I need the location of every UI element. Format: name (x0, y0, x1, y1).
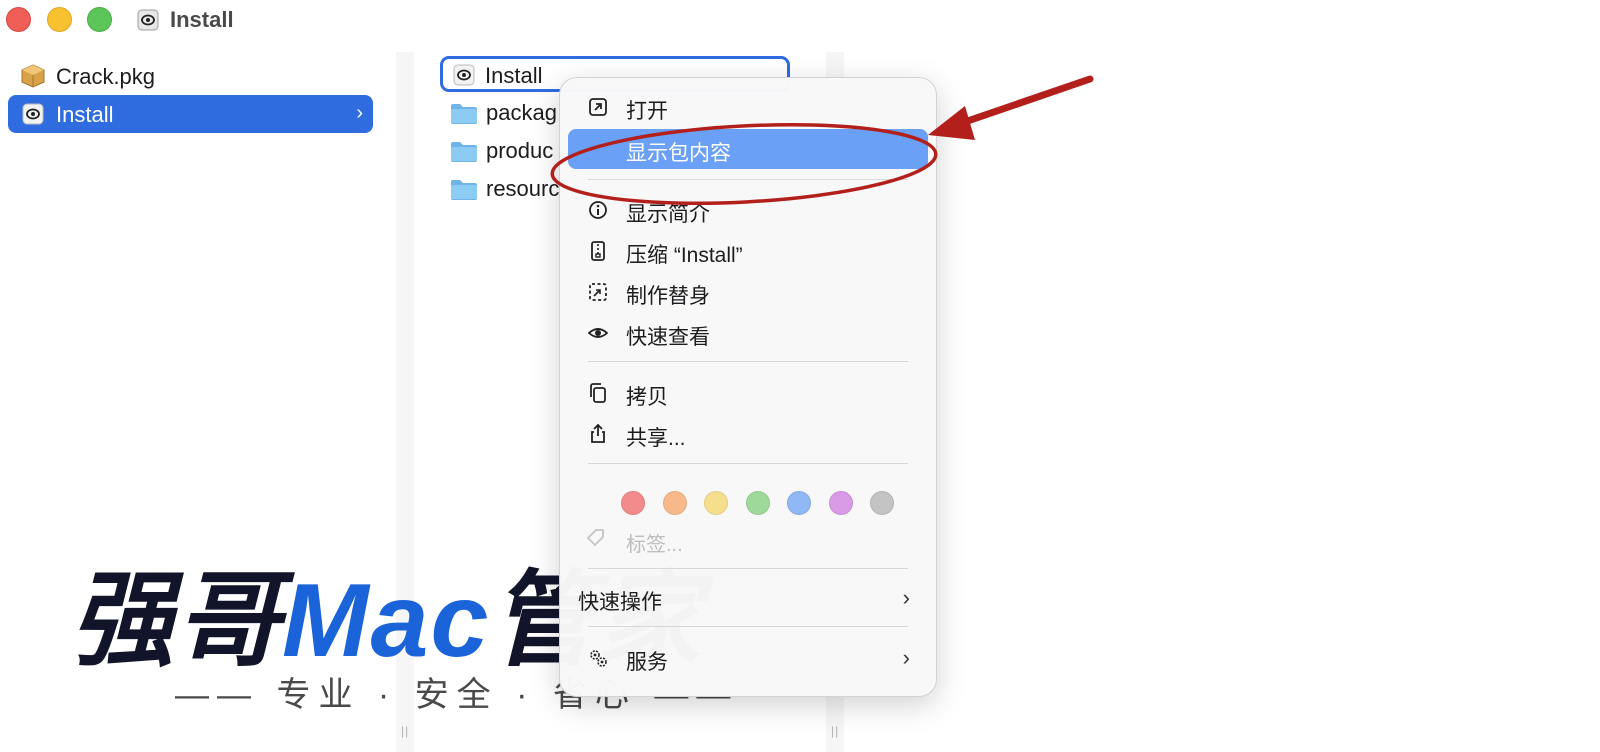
list-item-label: Install (56, 102, 114, 127)
archive-icon (591, 241, 605, 261)
tag-green-dot[interactable] (746, 491, 770, 515)
watermark-part: 强哥 (70, 563, 283, 679)
menu-item-quick-actions[interactable]: 快速操作 › (568, 578, 928, 618)
menu-separator (588, 626, 908, 627)
close-button[interactable] (6, 7, 31, 32)
chevron-right-icon: › (356, 102, 363, 124)
eye-icon (588, 328, 608, 338)
folder-icon (451, 180, 477, 200)
menu-item-label: 服务 (626, 651, 668, 674)
resize-grip-icon[interactable]: || (831, 724, 839, 738)
open-arrow-icon (589, 98, 607, 116)
list-item-label: Install (485, 63, 543, 88)
menu-item-share[interactable]: 共享... (568, 414, 928, 454)
list-item-label: produc (486, 138, 554, 163)
window-title: Install (170, 7, 234, 32)
menu-separator (588, 179, 908, 180)
tag-blue-dot[interactable] (787, 491, 811, 515)
folder-icon (451, 104, 477, 124)
list-item-crack-pkg[interactable]: Crack.pkg (8, 57, 373, 95)
menu-item-services[interactable]: 服务 › (568, 638, 928, 678)
info-icon (589, 201, 607, 219)
menu-separator (588, 361, 908, 362)
menu-separator (588, 568, 908, 569)
menu-item-get-info[interactable]: 显示简介 (568, 190, 928, 230)
menu-item-label: 快速查看 (626, 326, 710, 349)
alias-icon (589, 283, 607, 301)
menu-item-compress[interactable]: 压缩 “Install” (568, 231, 928, 271)
menu-item-label: 共享... (626, 427, 686, 450)
menu-item-make-alias[interactable]: 制作替身 (568, 272, 928, 312)
menu-item-label: 打开 (626, 100, 668, 123)
finder-window: Install Crack.pkg Install › || Install p… (0, 0, 1600, 752)
menu-item-label: 压缩 “Install” (626, 244, 743, 267)
list-item-label: resourc (486, 176, 560, 201)
minimize-button[interactable] (47, 7, 72, 32)
menu-item-quick-look[interactable]: 快速查看 (568, 313, 928, 353)
menu-separator (588, 463, 908, 464)
share-icon (591, 424, 605, 443)
menu-item-label: 显示包内容 (626, 142, 731, 165)
menu-item-show-package-contents[interactable]: 显示包内容 (568, 129, 928, 169)
chevron-right-icon: › (902, 645, 910, 670)
watermark-part: Mac (282, 563, 491, 679)
list-item-label: Crack.pkg (56, 64, 156, 89)
package-icon (21, 64, 45, 88)
menu-item-label: 快速操作 (578, 591, 662, 614)
tag-red-dot[interactable] (621, 491, 645, 515)
folder-icon (451, 142, 477, 162)
tag-purple-dot[interactable] (829, 491, 853, 515)
menu-item-label: 显示简介 (626, 203, 710, 226)
app-icon (137, 9, 159, 31)
menu-item-label: 制作替身 (626, 285, 710, 308)
app-icon (22, 103, 44, 125)
list-item-install[interactable]: Install › (8, 95, 373, 133)
title-bar: Install (0, 0, 1600, 40)
zoom-button[interactable] (87, 7, 112, 32)
context-menu: 打开 显示包内容 显示简介 压缩 “Install” 制作替身 快速查看 拷贝 … (559, 77, 937, 697)
tag-icon (586, 529, 604, 547)
copy-icon (590, 383, 606, 403)
tag-orange-dot[interactable] (663, 491, 687, 515)
tag-gray-dot[interactable] (870, 491, 894, 515)
tag-yellow-dot[interactable] (704, 491, 728, 515)
annotation-arrow (946, 75, 1094, 131)
menu-item-copy[interactable]: 拷贝 (568, 373, 928, 413)
menu-item-tags[interactable]: 标签... (626, 528, 683, 557)
app-icon (453, 64, 475, 86)
chevron-right-icon: › (902, 585, 910, 610)
menu-item-label: 拷贝 (626, 386, 668, 409)
list-item-label: packag (486, 100, 557, 125)
gears-icon (590, 650, 607, 667)
menu-item-open[interactable]: 打开 (568, 87, 928, 127)
